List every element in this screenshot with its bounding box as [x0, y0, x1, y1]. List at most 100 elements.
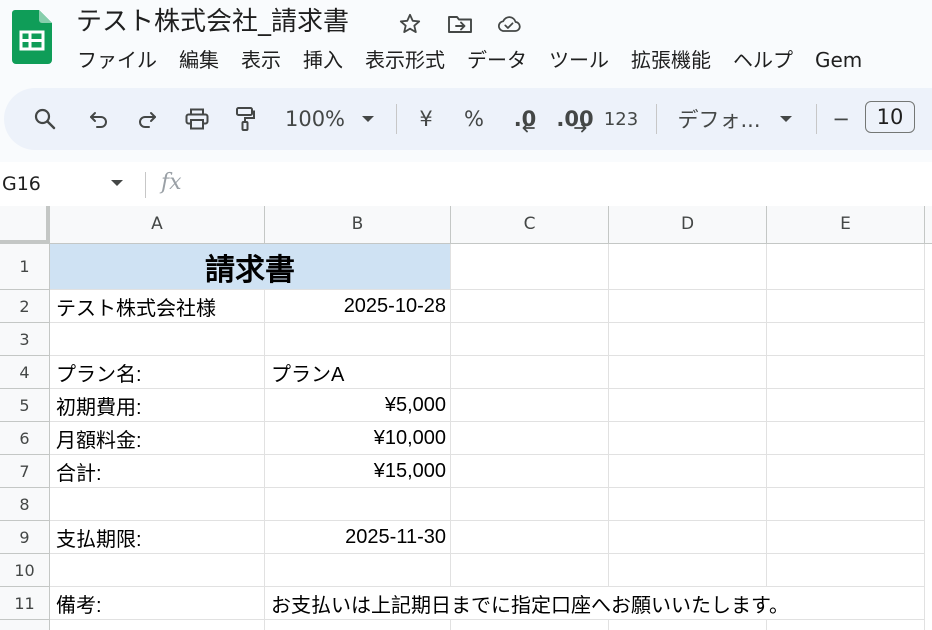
cell-c3[interactable]: [451, 323, 609, 356]
cell-c6[interactable]: [451, 422, 609, 455]
row-header-7[interactable]: 7: [0, 455, 50, 488]
cell-e10[interactable]: [767, 554, 925, 587]
menu-view[interactable]: 表示: [230, 44, 292, 76]
row-header-6[interactable]: 6: [0, 422, 50, 455]
cell-e12[interactable]: [767, 620, 925, 630]
zoom-dropdown-caret-icon[interactable]: [358, 88, 378, 150]
row-header-10[interactable]: 10: [0, 554, 50, 587]
cell-b3[interactable]: [265, 323, 451, 356]
zoom-select[interactable]: 100%: [280, 88, 350, 150]
column-header-b[interactable]: B: [265, 206, 451, 244]
cell-e7[interactable]: [767, 455, 925, 488]
cell-e5[interactable]: [767, 389, 925, 422]
star-icon[interactable]: [397, 11, 423, 37]
cell-c9[interactable]: [451, 521, 609, 554]
column-header-a[interactable]: A: [50, 206, 265, 244]
menu-extensions[interactable]: 拡張機能: [620, 44, 722, 76]
row-header-3[interactable]: 3: [0, 323, 50, 356]
cell-d1[interactable]: [609, 244, 767, 290]
cell-d8[interactable]: [609, 488, 767, 521]
cell-b10[interactable]: [265, 554, 451, 587]
cell-d9[interactable]: [609, 521, 767, 554]
menu-edit[interactable]: 編集: [168, 44, 230, 76]
cell-a2[interactable]: テスト株式会社様: [50, 290, 265, 323]
cell-b5[interactable]: ¥5,000: [265, 389, 451, 422]
cell-e2[interactable]: [767, 290, 925, 323]
increase-decimal-button[interactable]: .00: [552, 88, 598, 150]
cell-a9[interactable]: 支払期限:: [50, 521, 265, 554]
cell-e4[interactable]: [767, 356, 925, 389]
cell-c12[interactable]: [451, 620, 609, 630]
menu-data[interactable]: データ: [456, 44, 538, 76]
name-box[interactable]: G16: [2, 172, 41, 196]
font-dropdown-caret-icon[interactable]: [776, 88, 796, 150]
row-header-12[interactable]: [0, 620, 50, 630]
cell-d10[interactable]: [609, 554, 767, 587]
menu-format[interactable]: 表示形式: [354, 44, 456, 76]
cell-a12[interactable]: [50, 620, 265, 630]
column-header-c[interactable]: C: [451, 206, 609, 244]
cell-a8[interactable]: [50, 488, 265, 521]
cell-b4[interactable]: プランA: [265, 356, 451, 389]
cloud-status-icon[interactable]: [496, 11, 522, 37]
decrease-decimal-button[interactable]: .0: [505, 88, 545, 150]
row-header-1[interactable]: 1: [0, 244, 50, 290]
row-header-5[interactable]: 5: [0, 389, 50, 422]
cell-e1[interactable]: [767, 244, 925, 290]
row-header-9[interactable]: 9: [0, 521, 50, 554]
row-header-2[interactable]: 2: [0, 290, 50, 323]
redo-icon[interactable]: [132, 88, 162, 150]
currency-format-button[interactable]: ¥: [411, 88, 441, 150]
cell-d4[interactable]: [609, 356, 767, 389]
number-format-button[interactable]: 123: [604, 88, 638, 150]
cell-a7[interactable]: 合計:: [50, 455, 265, 488]
menu-help[interactable]: ヘルプ: [722, 44, 804, 76]
column-header-d[interactable]: D: [609, 206, 767, 244]
print-icon[interactable]: [182, 88, 212, 150]
cell-c10[interactable]: [451, 554, 609, 587]
percent-format-button[interactable]: %: [459, 88, 489, 150]
menu-file[interactable]: ファイル: [66, 44, 168, 76]
cell-a5[interactable]: 初期費用:: [50, 389, 265, 422]
search-icon[interactable]: [30, 88, 60, 150]
cell-a6[interactable]: 月額料金:: [50, 422, 265, 455]
cell-b2[interactable]: 2025-10-28: [265, 290, 451, 323]
cell-d12[interactable]: [609, 620, 767, 630]
cell-d5[interactable]: [609, 389, 767, 422]
row-header-11[interactable]: 11: [0, 587, 50, 620]
formula-input[interactable]: [200, 170, 920, 198]
cell-c4[interactable]: [451, 356, 609, 389]
undo-icon[interactable]: [84, 88, 114, 150]
menu-gemini[interactable]: Gem: [804, 44, 873, 76]
cell-e3[interactable]: [767, 323, 925, 356]
cell-a3[interactable]: [50, 323, 265, 356]
font-select[interactable]: デフォ...: [674, 88, 764, 150]
row-header-4[interactable]: 4: [0, 356, 50, 389]
select-all-corner[interactable]: [0, 206, 50, 244]
font-size-decrease-button[interactable]: −: [828, 88, 854, 150]
row-header-8[interactable]: 8: [0, 488, 50, 521]
cell-e9[interactable]: [767, 521, 925, 554]
cell-c2[interactable]: [451, 290, 609, 323]
move-to-folder-icon[interactable]: [447, 11, 473, 37]
cell-c5[interactable]: [451, 389, 609, 422]
cell-b11[interactable]: お支払いは上記期日までに指定口座へお願いいたします。: [265, 587, 925, 620]
name-box-caret-icon[interactable]: [110, 179, 124, 187]
cell-a1-title[interactable]: 請求書: [50, 244, 451, 290]
sheets-logo-icon[interactable]: [12, 10, 52, 64]
cell-e8[interactable]: [767, 488, 925, 521]
cell-d3[interactable]: [609, 323, 767, 356]
cell-b9[interactable]: 2025-11-30: [265, 521, 451, 554]
cell-b8[interactable]: [265, 488, 451, 521]
font-size-input[interactable]: 10: [865, 101, 915, 133]
cell-a10[interactable]: [50, 554, 265, 587]
cell-e6[interactable]: [767, 422, 925, 455]
cell-b7[interactable]: ¥15,000: [265, 455, 451, 488]
menu-insert[interactable]: 挿入: [292, 44, 354, 76]
column-header-f[interactable]: [925, 206, 932, 244]
cell-d2[interactable]: [609, 290, 767, 323]
cell-d7[interactable]: [609, 455, 767, 488]
cell-d6[interactable]: [609, 422, 767, 455]
cell-c1[interactable]: [451, 244, 609, 290]
document-title[interactable]: テスト株式会社_請求書: [76, 3, 349, 41]
